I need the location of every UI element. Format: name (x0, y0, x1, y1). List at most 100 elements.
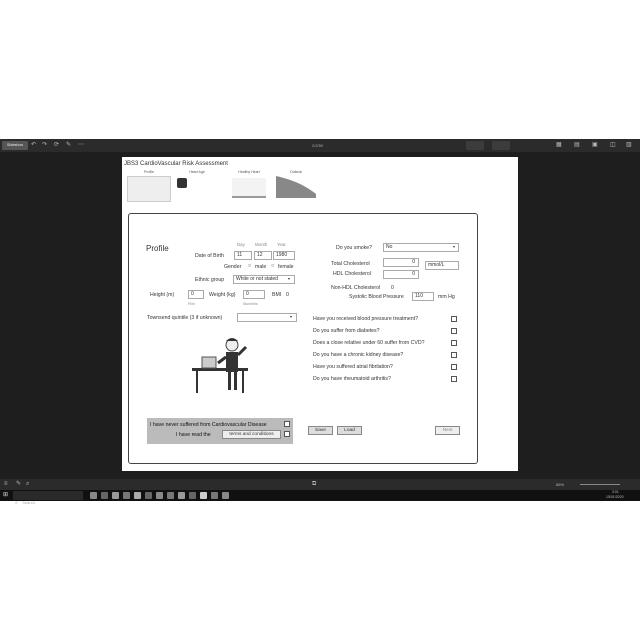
pen-icon[interactable]: ✎ (16, 480, 21, 489)
read-terms-label: I have read the (176, 432, 211, 438)
taskbar-app-1[interactable] (90, 492, 97, 499)
thumbnail-outlook: Outlook (272, 170, 320, 206)
nav-prev-button[interactable] (466, 141, 484, 150)
kidney-checkbox[interactable] (451, 352, 457, 358)
more-icon[interactable]: ⋯ (78, 141, 84, 150)
taskbar-app-9[interactable] (178, 492, 185, 499)
undo-icon[interactable]: ↶ (31, 141, 36, 150)
search-placeholder: Search (22, 500, 35, 505)
presenter-toolbar: Slideshow ↶ ↷ ⟳ ✎ ⋯ 2/2/50 ▦ ▤ ▣ ◫ ▥ (0, 139, 640, 152)
heart-icon (177, 178, 187, 188)
ethnic-label: Ethnic group (195, 277, 225, 283)
dob-label: Date of Birth (195, 253, 224, 259)
taskbar-app-11[interactable] (200, 492, 207, 499)
chevron-down-icon: ▾ (288, 276, 291, 281)
businessman-illustration (192, 338, 248, 393)
notes-icon[interactable]: ▤ (574, 141, 580, 150)
taskbar-app-6[interactable] (145, 492, 152, 499)
taskbar-app-12[interactable] (211, 492, 218, 499)
load-button[interactable]: Load (337, 426, 362, 435)
taskbar-app-8[interactable] (167, 492, 174, 499)
taskbar-app-10[interactable] (189, 492, 196, 499)
day-label: Day (237, 242, 245, 247)
question-family-cvd: Does a close relative under 60 suffer fr… (313, 340, 425, 346)
never-suffered-checkbox[interactable] (284, 421, 290, 427)
pen-icon[interactable]: ✎ (66, 141, 71, 150)
zoom-slider[interactable] (580, 484, 620, 485)
screen-icon[interactable]: ▣ (592, 141, 598, 150)
month-input[interactable]: 12 (254, 251, 272, 260)
townsend-label: Townsend quintile (3 if unknown) (147, 315, 223, 321)
refresh-icon[interactable]: ⟳ (54, 141, 59, 150)
male-label: male (255, 264, 267, 270)
save-button[interactable]: Save (308, 426, 333, 435)
hdl-input[interactable]: 0 (383, 270, 419, 279)
never-suffered-label: I have never suffered from Cardiovascula… (150, 422, 267, 428)
bmi-label: BMI (272, 292, 282, 298)
day-input[interactable]: 11 (234, 251, 252, 260)
search-box[interactable]: ⌕ Search (13, 491, 83, 506)
slide-title: 2/2/50 (312, 143, 324, 148)
thumbnail-preview (127, 176, 171, 202)
atrial-checkbox[interactable] (451, 364, 457, 370)
gender-label: Gender (224, 264, 242, 270)
sbp-label: Systolic Blood Pressure (349, 294, 404, 300)
thumbnail-label: Healthy Heart (238, 170, 260, 174)
zoom-out-icon[interactable]: ⧉ (312, 480, 316, 489)
height-input[interactable]: 0 (188, 290, 204, 299)
nonhdl-label: Non-HDL Cholesterol (331, 285, 381, 291)
female-radio[interactable]: ○ (271, 263, 274, 269)
taskbar-app-7[interactable] (156, 492, 163, 499)
thumbnail-profile: Profile (125, 170, 173, 206)
weight-unit-label: Stone/lbs (243, 302, 258, 306)
status-bar: ≡ ✎ ⌕ ⧉ 65% (0, 479, 640, 490)
family-cvd-checkbox[interactable] (451, 340, 457, 346)
redo-icon[interactable]: ↷ (42, 141, 47, 150)
menu-icon[interactable]: ▥ (626, 141, 632, 150)
total-cholesterol-input[interactable]: 0 (383, 258, 419, 267)
taskbar-app-3[interactable] (112, 492, 119, 499)
diabetes-checkbox[interactable] (451, 328, 457, 334)
townsend-select[interactable] (237, 313, 297, 322)
system-tray-date: 15/01/2020 (606, 495, 624, 499)
notes-toggle-icon[interactable]: ≡ (4, 480, 8, 489)
terms-checkbox[interactable] (284, 431, 290, 437)
weight-input[interactable]: 0 (243, 290, 265, 299)
cholesterol-unit-select[interactable]: mmol/L (425, 261, 459, 270)
hdl-label: HDL Cholesterol (333, 271, 371, 277)
taskbar-app-2[interactable] (101, 492, 108, 499)
zoom-level: 65% (556, 482, 565, 487)
height-label: Height (m) (150, 292, 175, 298)
thumbnail-label: Heart Age (189, 170, 205, 174)
sbp-input[interactable]: 110 (412, 292, 434, 301)
terms-button[interactable]: terms and conditions (222, 430, 281, 439)
nonhdl-value: 0 (391, 285, 394, 291)
taskbar-app-5[interactable] (134, 492, 141, 499)
smoke-select[interactable]: No (383, 243, 459, 252)
page-title: Profile (146, 244, 169, 253)
thumbnail-label: Profile (144, 170, 154, 174)
male-radio[interactable]: ○ (248, 263, 251, 269)
thumbnail-heart-age: Heart Age (175, 170, 219, 206)
search-icon: ⌕ (15, 500, 18, 506)
height-unit-label: Ft/in (188, 302, 195, 306)
taskbar-app-4[interactable] (123, 492, 130, 499)
zoom-in-icon[interactable]: ⌕ (26, 480, 29, 489)
chevron-down-icon: ▾ (453, 244, 456, 249)
female-label: female (278, 264, 294, 270)
slideshow-button[interactable]: Slideshow (2, 141, 28, 150)
sbp-unit-label: mm Hg (438, 294, 455, 300)
nav-next-button[interactable] (492, 141, 510, 150)
year-input[interactable]: 1980 (273, 251, 295, 260)
windows-icon[interactable]: ⊞ (3, 491, 8, 500)
ethnic-select[interactable]: White or not stated (233, 275, 295, 284)
next-button[interactable]: Next (435, 426, 460, 435)
question-kidney: Do you have a chronic kidney disease? (313, 352, 404, 358)
question-arthritis: Do you have rheumatoid arthritis? (313, 376, 391, 382)
taskbar-app-13[interactable] (222, 492, 229, 499)
view-icon[interactable]: ◫ (610, 141, 616, 150)
grid-icon[interactable]: ▦ (556, 141, 562, 150)
bp-treatment-checkbox[interactable] (451, 316, 457, 322)
bmi-value: 0 (286, 292, 289, 298)
arthritis-checkbox[interactable] (451, 376, 457, 382)
